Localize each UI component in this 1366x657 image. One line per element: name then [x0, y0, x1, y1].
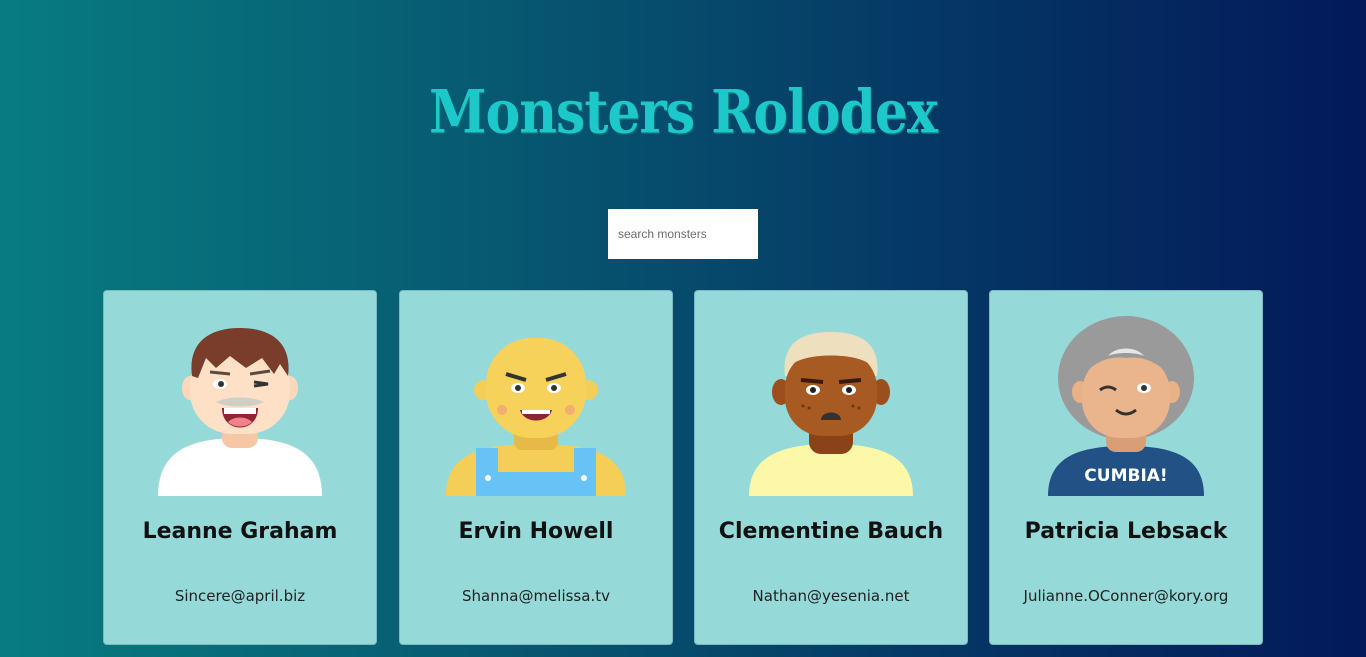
- monster-name: Clementine Bauch: [718, 519, 944, 544]
- monster-email: Sincere@april.biz: [174, 587, 306, 605]
- monster-card: Clementine Bauch Nathan@yesenia.net: [694, 290, 968, 645]
- search-input[interactable]: [608, 209, 758, 259]
- monster-email: Shanna@melissa.tv: [462, 587, 610, 605]
- monster-email: Nathan@yesenia.net: [752, 587, 910, 605]
- monster-avatar: CUMBIA!: [1048, 316, 1204, 496]
- monster-name: Ervin Howell: [458, 519, 614, 544]
- monster-avatar: [446, 338, 626, 496]
- monster-name: Leanne Graham: [142, 519, 338, 544]
- page-title: Monsters Rolodex: [429, 77, 938, 148]
- monster-avatar: [158, 328, 322, 496]
- monster-card: Leanne Graham Sincere@april.biz: [103, 290, 377, 645]
- monster-name: Patricia Lebsack: [1024, 519, 1228, 544]
- monster-card: Ervin Howell Shanna@melissa.tv: [399, 290, 673, 645]
- monster-email: Julianne.OConner@kory.org: [1023, 587, 1229, 605]
- shirt-text: CUMBIA!: [1084, 466, 1167, 486]
- monster-card: CUMBIA! Patricia Lebsack Julianne.OConne…: [989, 290, 1263, 645]
- monster-avatar: [749, 332, 913, 496]
